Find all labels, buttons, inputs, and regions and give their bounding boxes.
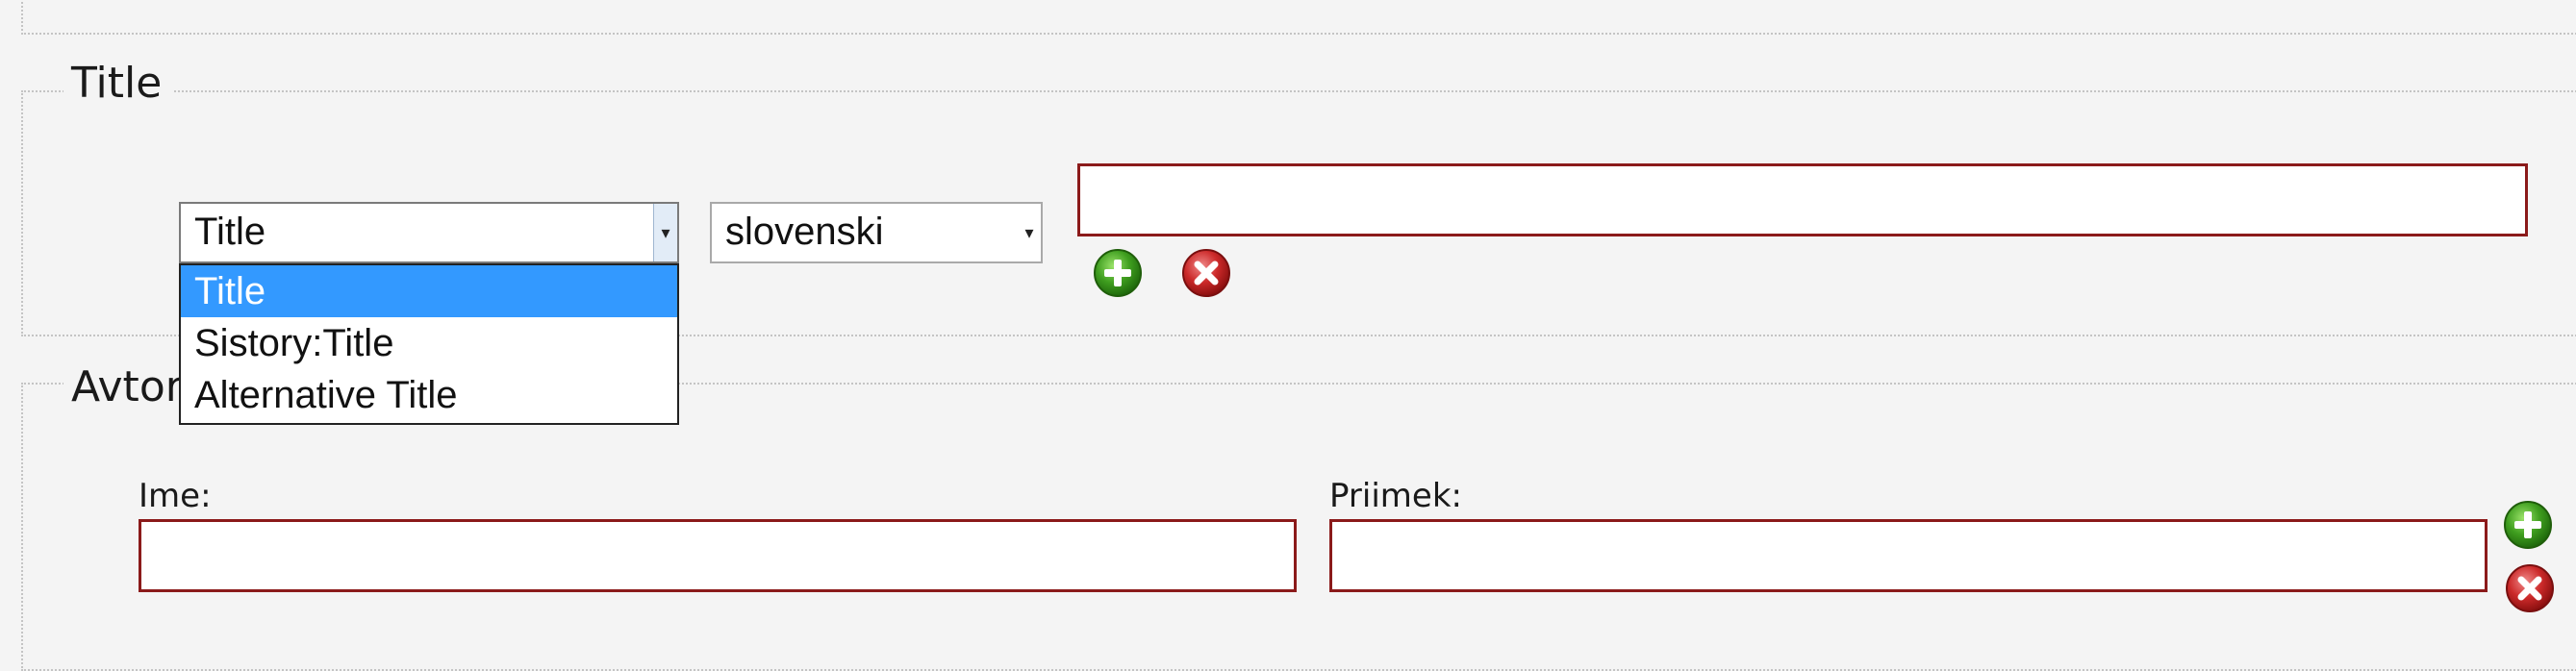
plus-circle-icon[interactable] <box>1093 248 1143 298</box>
language-select[interactable]: slovenski ▾ <box>710 202 1043 263</box>
x-circle-icon[interactable] <box>1181 248 1231 298</box>
title-type-select[interactable]: Title ▾ <box>179 202 679 263</box>
option-alternative-title[interactable]: Alternative Title <box>181 369 677 421</box>
last-name-label: Priimek: <box>1329 477 1462 515</box>
plus-circle-icon[interactable] <box>2503 500 2553 550</box>
option-title[interactable]: Title <box>181 265 677 317</box>
title-type-dropdown[interactable]: Title Sistory:Title Alternative Title <box>179 263 679 425</box>
title-input[interactable] <box>1077 163 2528 236</box>
first-name-label: Ime: <box>139 477 212 515</box>
title-legend: Title <box>63 58 174 110</box>
chevron-down-icon[interactable]: ▾ <box>653 204 677 261</box>
author-legend: Avtor <box>63 361 194 413</box>
title-type-value: Title <box>194 211 266 253</box>
last-name-input[interactable] <box>1329 519 2488 592</box>
option-sistory-title[interactable]: Sistory:Title <box>181 317 677 369</box>
x-circle-icon[interactable] <box>2505 563 2555 613</box>
chevron-down-icon[interactable]: ▾ <box>1018 204 1041 261</box>
language-value: slovenski <box>725 211 884 253</box>
previous-fieldset <box>21 0 2576 35</box>
first-name-input[interactable] <box>139 519 1297 592</box>
